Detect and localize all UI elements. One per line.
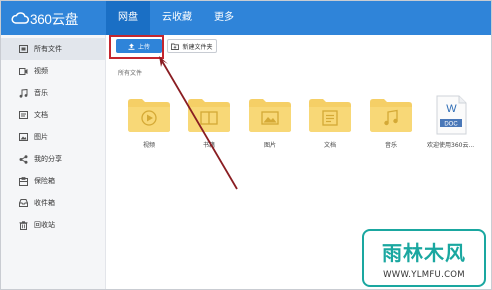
sidebar-item-label: 文档 [34,111,48,119]
file-item-welcome-doc[interactable]: W DOC 欢迎使用360云... [421,95,481,153]
sidebar-item-images[interactable]: 图片 [1,126,105,148]
all-files-icon [19,45,28,54]
doc-letter: W [446,103,457,115]
nav-tab-more[interactable]: 更多 [206,1,242,35]
file-item-book-folder[interactable]: 书籍 [179,97,239,153]
sidebar-item-video[interactable]: 视频 [1,60,105,82]
sidebar-item-inbox[interactable]: 收件箱 [1,192,105,214]
document-folder-icon [309,99,351,132]
sidebar-item-documents[interactable]: 文档 [1,104,105,126]
file-name: 欢迎使用360云... [427,142,475,149]
music-icon [19,88,28,98]
sidebar-item-label: 回收站 [34,221,55,229]
app-window: 360云盘 网盘 云收藏 更多 所有文件 视频 音乐 文档 图片 我的分享 保险… [0,0,492,290]
sidebar-item-recycle-bin[interactable]: 回收站 [1,214,105,236]
nav-tab-cloud-favorites[interactable]: 云收藏 [153,1,201,35]
new-folder-icon [171,43,180,50]
music-folder-icon [370,99,412,132]
sidebar-item-safe-box[interactable]: 保险箱 [1,170,105,192]
word-doc-icon: W DOC [436,95,467,135]
cloud-logo-icon [11,12,29,24]
sidebar-item-label: 保险箱 [34,177,55,185]
sidebar-item-label: 视频 [34,67,48,75]
sidebar-item-label: 音乐 [34,89,48,97]
annotation-highlight-box [109,35,164,59]
nav-tab-netdisk[interactable]: 网盘 [106,1,150,35]
sidebar-item-label: 我的分享 [34,155,62,163]
sidebar-item-label: 收件箱 [34,199,55,207]
recycle-bin-icon [19,220,28,230]
image-icon [19,133,28,142]
file-item-video-folder[interactable]: 视频 [119,97,179,153]
inbox-icon [19,199,28,208]
share-icon [19,154,28,164]
sidebar-item-label: 图片 [34,133,48,141]
watermark-title: 雨林木风 [382,241,466,265]
image-folder-icon [249,99,291,132]
video-folder-icon [128,99,170,132]
logo-text: 360云盘 [30,12,79,27]
file-name: 文档 [323,142,336,149]
sidebar-item-my-shares[interactable]: 我的分享 [1,148,105,170]
watermark-url: WWW.YLMFU.COM [383,270,465,280]
sidebar: 所有文件 视频 音乐 文档 图片 我的分享 保险箱 收件箱 回收站 [1,35,106,289]
new-folder-button-label: 新建文件夹 [182,43,213,51]
book-folder-icon [188,99,230,132]
new-folder-button[interactable]: 新建文件夹 [167,39,217,53]
watermark: 雨林木风 WWW.YLMFU.COM [362,229,486,287]
sidebar-item-music[interactable]: 音乐 [1,82,105,104]
doc-badge: DOC [444,122,458,128]
logo[interactable]: 360云盘 [11,9,78,27]
file-item-document-folder[interactable]: 文档 [300,97,360,153]
document-icon [19,111,28,120]
file-name: 音乐 [384,142,397,149]
file-item-music-folder[interactable]: 音乐 [361,97,421,153]
breadcrumb[interactable]: 所有文件 [118,68,142,77]
sidebar-item-all-files[interactable]: 所有文件 [1,38,105,60]
file-item-image-folder[interactable]: 图片 [240,97,300,153]
file-name: 书籍 [202,142,215,149]
top-bar: 360云盘 网盘 云收藏 更多 [1,1,491,35]
file-name: 视频 [142,142,155,149]
safe-box-icon [19,176,28,186]
sidebar-item-label: 所有文件 [34,45,62,53]
file-name: 图片 [263,142,276,149]
video-icon [19,67,28,76]
